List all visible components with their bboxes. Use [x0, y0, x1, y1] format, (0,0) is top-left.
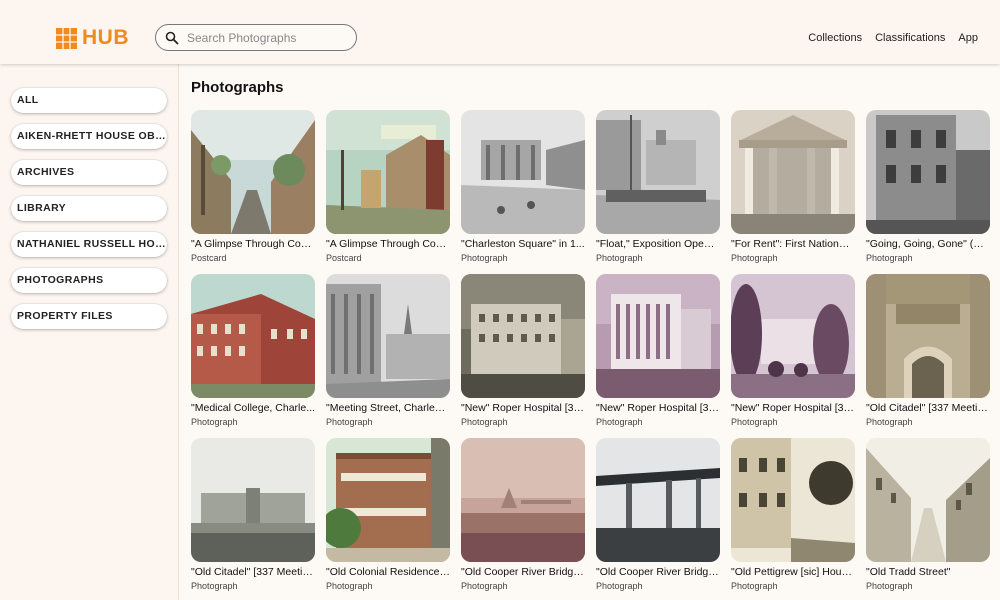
- card-type: Photograph: [461, 417, 508, 427]
- sidebar-item-property-files[interactable]: PROPERTY FILES: [11, 304, 167, 329]
- sidebar-item-aiken-rhett[interactable]: AIKEN-RHETT HOUSE OBJE...: [11, 124, 167, 149]
- card-title: "Medical College, Charle...: [191, 402, 315, 414]
- sidebar-item-archives[interactable]: ARCHIVES: [11, 160, 167, 185]
- nav-collections-link[interactable]: Collections: [808, 32, 862, 44]
- card-type: Photograph: [596, 417, 643, 427]
- photo-thumbnail: [731, 110, 855, 234]
- photo-thumbnail: [461, 110, 585, 234]
- card-title: "A Glimpse Through Coo...: [326, 238, 450, 250]
- card-title: "Old Cooper River Bridge...: [461, 566, 585, 578]
- photo-card[interactable]: "Old Cooper River Bridge... Photograph: [461, 438, 585, 591]
- card-type: Photograph: [326, 581, 373, 591]
- photo-thumbnail: [731, 438, 855, 562]
- nav-app-link[interactable]: App: [958, 32, 978, 44]
- photo-card[interactable]: "New" Roper Hospital [31... Photograph: [596, 274, 720, 427]
- card-title: "Old Cooper River Bridge...: [596, 566, 720, 578]
- card-type: Photograph: [866, 417, 913, 427]
- card-type: Photograph: [596, 581, 643, 591]
- sidebar-item-all[interactable]: ALL: [11, 88, 167, 113]
- photo-thumbnail: [191, 274, 315, 398]
- photo-card[interactable]: "Old Citadel" [337 Meetin... Photograph: [191, 438, 315, 591]
- photo-card[interactable]: "A Glimpse Through Coo... Postcard: [326, 110, 450, 263]
- card-title: "Old Citadel" [337 Meetin...: [191, 566, 315, 578]
- card-title: "Going, Going, Gone" (De...: [866, 238, 990, 250]
- card-title: "Charleston Square" in 1...: [461, 238, 585, 250]
- photo-card[interactable]: "Old Pettigrew [sic] House" Photograph: [731, 438, 855, 591]
- sidebar-item-library[interactable]: LIBRARY: [11, 196, 167, 221]
- card-title: "New" Roper Hospital [31...: [461, 402, 585, 414]
- photo-card[interactable]: "A Glimpse Through Coo... Postcard: [191, 110, 315, 263]
- photo-thumbnail: [326, 274, 450, 398]
- photo-thumbnail: [326, 438, 450, 562]
- photo-thumbnail: [596, 110, 720, 234]
- card-type: Photograph: [866, 581, 913, 591]
- card-title: "New" Roper Hospital [31...: [596, 402, 720, 414]
- card-type: Photograph: [866, 253, 913, 263]
- photo-card[interactable]: "Old Cooper River Bridge... Photograph: [596, 438, 720, 591]
- card-title: "Old Citadel" [337 Meetin...: [866, 402, 990, 414]
- card-title: "Meeting Street, Charlest...: [326, 402, 450, 414]
- photo-card[interactable]: "Old Citadel" [337 Meetin... Photograph: [866, 274, 990, 427]
- card-type: Photograph: [731, 417, 778, 427]
- card-title: "For Rent": First National ...: [731, 238, 855, 250]
- card-type: Photograph: [731, 581, 778, 591]
- photo-thumbnail: [731, 274, 855, 398]
- photo-card[interactable]: "Old Tradd Street" Photograph: [866, 438, 990, 591]
- top-nav: Collections Classifications App: [808, 32, 978, 44]
- sidebar-item-photographs[interactable]: PHOTOGRAPHS: [11, 268, 167, 293]
- page-title: Photographs: [191, 79, 284, 96]
- photo-card[interactable]: "Going, Going, Gone" (De... Photograph: [866, 110, 990, 263]
- photo-card[interactable]: "New" Roper Hospital [31... Photograph: [461, 274, 585, 427]
- photo-card[interactable]: "Float," Exposition Openi... Photograph: [596, 110, 720, 263]
- photo-thumbnail: [326, 110, 450, 234]
- photo-thumbnail: [596, 438, 720, 562]
- photo-thumbnail: [191, 438, 315, 562]
- card-title: "Old Tradd Street": [866, 566, 951, 578]
- photo-card[interactable]: "New" Roper Hospital [31... Photograph: [731, 274, 855, 427]
- card-type: Photograph: [191, 581, 238, 591]
- photo-thumbnail: [866, 110, 990, 234]
- sidebar-item-nathaniel-russell[interactable]: NATHANIEL RUSSELL HOUS...: [11, 232, 167, 257]
- card-type: Photograph: [461, 253, 508, 263]
- photo-thumbnail: [866, 438, 990, 562]
- card-type: Photograph: [596, 253, 643, 263]
- photo-card[interactable]: "Charleston Square" in 1... Photograph: [461, 110, 585, 263]
- card-type: Photograph: [731, 253, 778, 263]
- card-type: Postcard: [191, 253, 227, 263]
- card-title: "Float," Exposition Openi...: [596, 238, 720, 250]
- nav-classifications-link[interactable]: Classifications: [875, 32, 945, 44]
- card-type: Photograph: [461, 581, 508, 591]
- photo-thumbnail: [461, 438, 585, 562]
- hub-logo[interactable]: HUB: [56, 26, 129, 50]
- card-title: "New" Roper Hospital [31...: [731, 402, 855, 414]
- card-type: Photograph: [326, 417, 373, 427]
- search-input[interactable]: [187, 30, 347, 45]
- card-title: "Old Colonial Residences...: [326, 566, 450, 578]
- card-title: "Old Pettigrew [sic] House": [731, 566, 855, 578]
- card-title: "A Glimpse Through Coo...: [191, 238, 315, 250]
- photo-card[interactable]: "Old Colonial Residences... Photograph: [326, 438, 450, 591]
- search-box[interactable]: [155, 24, 357, 51]
- grid-logo-icon: [56, 27, 77, 49]
- collection-sidebar: ALL AIKEN-RHETT HOUSE OBJE... ARCHIVES L…: [0, 64, 179, 600]
- photo-thumbnail: [866, 274, 990, 398]
- card-type: Postcard: [326, 253, 362, 263]
- card-type: Photograph: [191, 417, 238, 427]
- search-icon: [165, 31, 179, 44]
- top-app-bar: HUB Collections Classifications App: [0, 0, 1000, 64]
- photo-thumbnail: [191, 110, 315, 234]
- logo-text: HUB: [82, 26, 129, 49]
- photo-thumbnail: [461, 274, 585, 398]
- photo-card[interactable]: "Medical College, Charle... Photograph: [191, 274, 315, 427]
- photo-card[interactable]: "For Rent": First National ... Photograp…: [731, 110, 855, 263]
- photo-card[interactable]: "Meeting Street, Charlest... Photograph: [326, 274, 450, 427]
- photo-thumbnail: [596, 274, 720, 398]
